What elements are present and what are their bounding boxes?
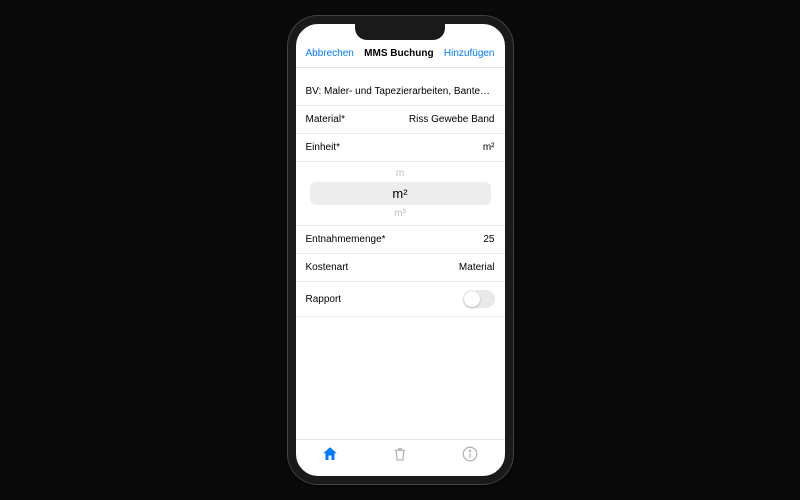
- info-tab[interactable]: [460, 446, 480, 466]
- material-label: Material*: [306, 114, 345, 125]
- quantity-value: 25: [483, 234, 494, 245]
- project-header: BV: Maler- und Tapezierarbeiten, Bantem,…: [296, 76, 505, 106]
- costtype-row[interactable]: Kostenart Material: [296, 254, 505, 282]
- home-tab[interactable]: [320, 446, 340, 466]
- toggle-knob: [464, 291, 480, 307]
- phone-frame: Abbrechen MMS Buchung Hinzufügen BV: Mal…: [288, 16, 513, 484]
- material-row[interactable]: Material* Riss Gewebe Band: [296, 106, 505, 134]
- add-button[interactable]: Hinzufügen: [444, 48, 495, 59]
- costtype-value: Material: [459, 262, 495, 273]
- rapport-row: Rapport: [296, 282, 505, 317]
- picker-option-next[interactable]: m³: [306, 206, 495, 221]
- cancel-button[interactable]: Abbrechen: [306, 48, 354, 59]
- unit-picker[interactable]: m m² m³: [296, 162, 505, 226]
- tab-bar: [296, 439, 505, 476]
- info-icon: [461, 445, 479, 468]
- picker-option-prev[interactable]: m: [306, 166, 495, 181]
- trash-tab[interactable]: [390, 446, 410, 466]
- costtype-label: Kostenart: [306, 262, 349, 273]
- unit-row[interactable]: Einheit* m²: [296, 134, 505, 162]
- form-content: BV: Maler- und Tapezierarbeiten, Bantem,…: [296, 68, 505, 439]
- quantity-label: Entnahmemenge*: [306, 234, 386, 245]
- nav-title: MMS Buchung: [364, 48, 433, 59]
- home-icon: [321, 445, 339, 468]
- device-notch: [355, 24, 445, 40]
- rapport-label: Rapport: [306, 294, 342, 305]
- material-value: Riss Gewebe Band: [409, 114, 495, 125]
- trash-icon: [391, 445, 409, 468]
- picker-option-selected[interactable]: m²: [310, 182, 491, 205]
- rapport-toggle[interactable]: [463, 290, 495, 308]
- unit-label: Einheit*: [306, 142, 340, 153]
- quantity-row[interactable]: Entnahmemenge* 25: [296, 226, 505, 254]
- navigation-bar: Abbrechen MMS Buchung Hinzufügen: [296, 42, 505, 68]
- unit-value: m²: [483, 142, 495, 153]
